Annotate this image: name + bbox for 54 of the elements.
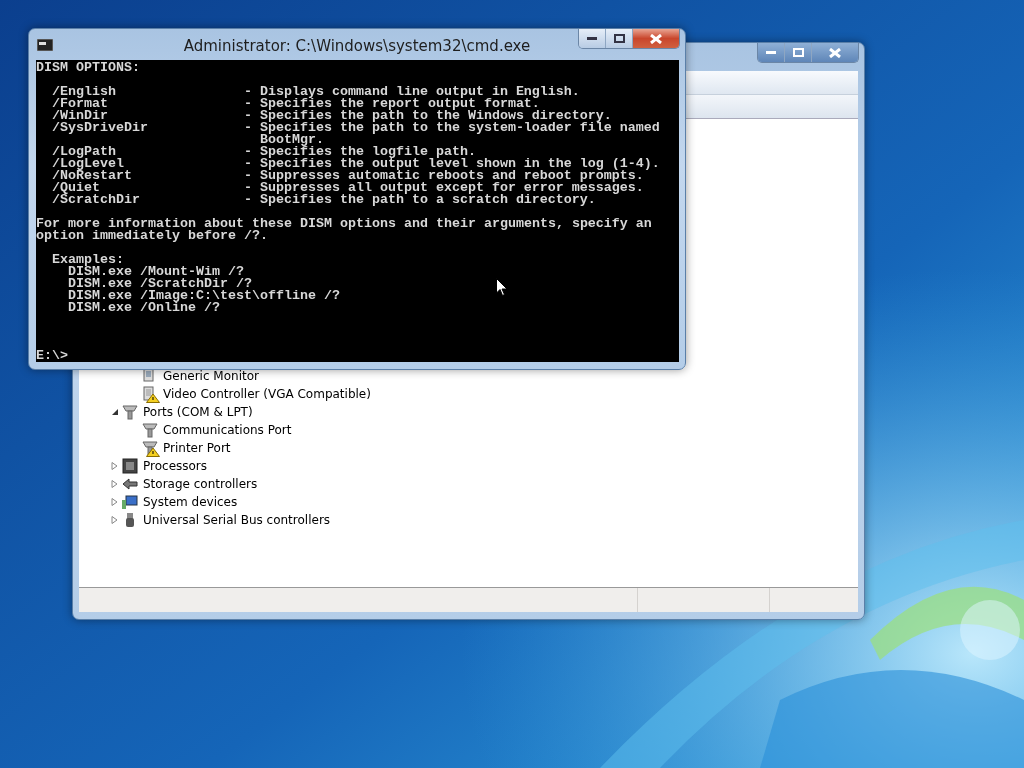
option-description: - Suppresses all output except for error messages. xyxy=(243,182,644,194)
close-icon xyxy=(650,33,662,44)
option-description: - Specifies the path to the system-loader file named xyxy=(243,122,660,134)
console-text: DISM OPTIONS: xyxy=(36,62,140,74)
option-name: /LogPath xyxy=(52,146,116,158)
console-prompt: E:\> xyxy=(36,350,68,362)
console-text: DISM.exe /Online /? xyxy=(68,302,220,314)
maximize-icon xyxy=(613,34,625,43)
window-title: Administrator: C:\Windows\system32\cmd.exe xyxy=(183,37,531,55)
mouse-pointer-icon xyxy=(496,278,508,297)
option-name: /LogLevel xyxy=(52,158,124,170)
console-text: option immediately before /?. xyxy=(36,230,268,242)
tree-item[interactable]: Video Controller (VGA Compatible) xyxy=(163,385,371,403)
tree-item[interactable]: Storage controllers xyxy=(143,475,258,493)
option-name: /Format xyxy=(52,98,108,110)
option-description: - Specifies the path to the Windows directory. xyxy=(243,110,612,122)
option-name: /English xyxy=(52,86,117,98)
minimize-button[interactable] xyxy=(579,29,606,48)
port-icon xyxy=(122,403,140,421)
close-icon xyxy=(829,47,841,58)
maximize-icon xyxy=(792,48,804,57)
console-text: For more information about these DISM options and their arguments, specify an xyxy=(36,218,652,230)
option-description: BootMgr. xyxy=(259,134,324,146)
console-icon xyxy=(37,39,53,51)
option-name: /ScratchDir xyxy=(52,194,141,206)
option-description: - Displays command line output in English. xyxy=(243,86,580,98)
option-description: - Specifies the report output format. xyxy=(243,98,540,110)
option-name: /WinDir xyxy=(52,110,108,122)
close-button[interactable] xyxy=(812,43,858,62)
option-description: - Specifies the logfile path. xyxy=(243,146,476,158)
close-button[interactable] xyxy=(633,29,679,48)
computer-icon xyxy=(122,493,140,511)
tree-item[interactable]: Ports (COM & LPT) xyxy=(143,403,253,421)
tree-item[interactable]: Printer Port xyxy=(163,439,231,457)
option-name: /SysDriveDir xyxy=(52,122,149,134)
minimize-icon xyxy=(766,50,776,55)
expander-icon[interactable] xyxy=(111,408,119,416)
console-text: DISM.exe /Image:C:\test\offline /? xyxy=(68,290,340,302)
tree-item[interactable]: Universal Serial Bus controllers xyxy=(143,511,331,529)
option-name: /Quiet xyxy=(52,182,100,194)
processor-icon xyxy=(122,457,140,475)
console-text: DISM.exe /Mount-Wim /? xyxy=(68,266,244,278)
tree-item[interactable]: Generic Monitor xyxy=(163,367,259,385)
connector-icon xyxy=(122,475,140,493)
tree-item[interactable]: System devices xyxy=(143,493,238,511)
console-text: Examples: xyxy=(52,254,124,266)
option-description: - Suppresses automatic reboots and reboot prompts. xyxy=(243,170,644,182)
maximize-button[interactable] xyxy=(606,29,633,48)
option-name: /NoRestart xyxy=(52,170,133,182)
tree-item[interactable]: Communications Port xyxy=(163,421,292,439)
option-description: - Specifies the path to a scratch directory. xyxy=(243,194,596,206)
console-text: DISM.exe /ScratchDir /? xyxy=(68,278,252,290)
option-description: - Specifies the output level shown in the log (1-4). xyxy=(243,158,660,170)
tree-item[interactable]: Processors xyxy=(143,457,208,475)
